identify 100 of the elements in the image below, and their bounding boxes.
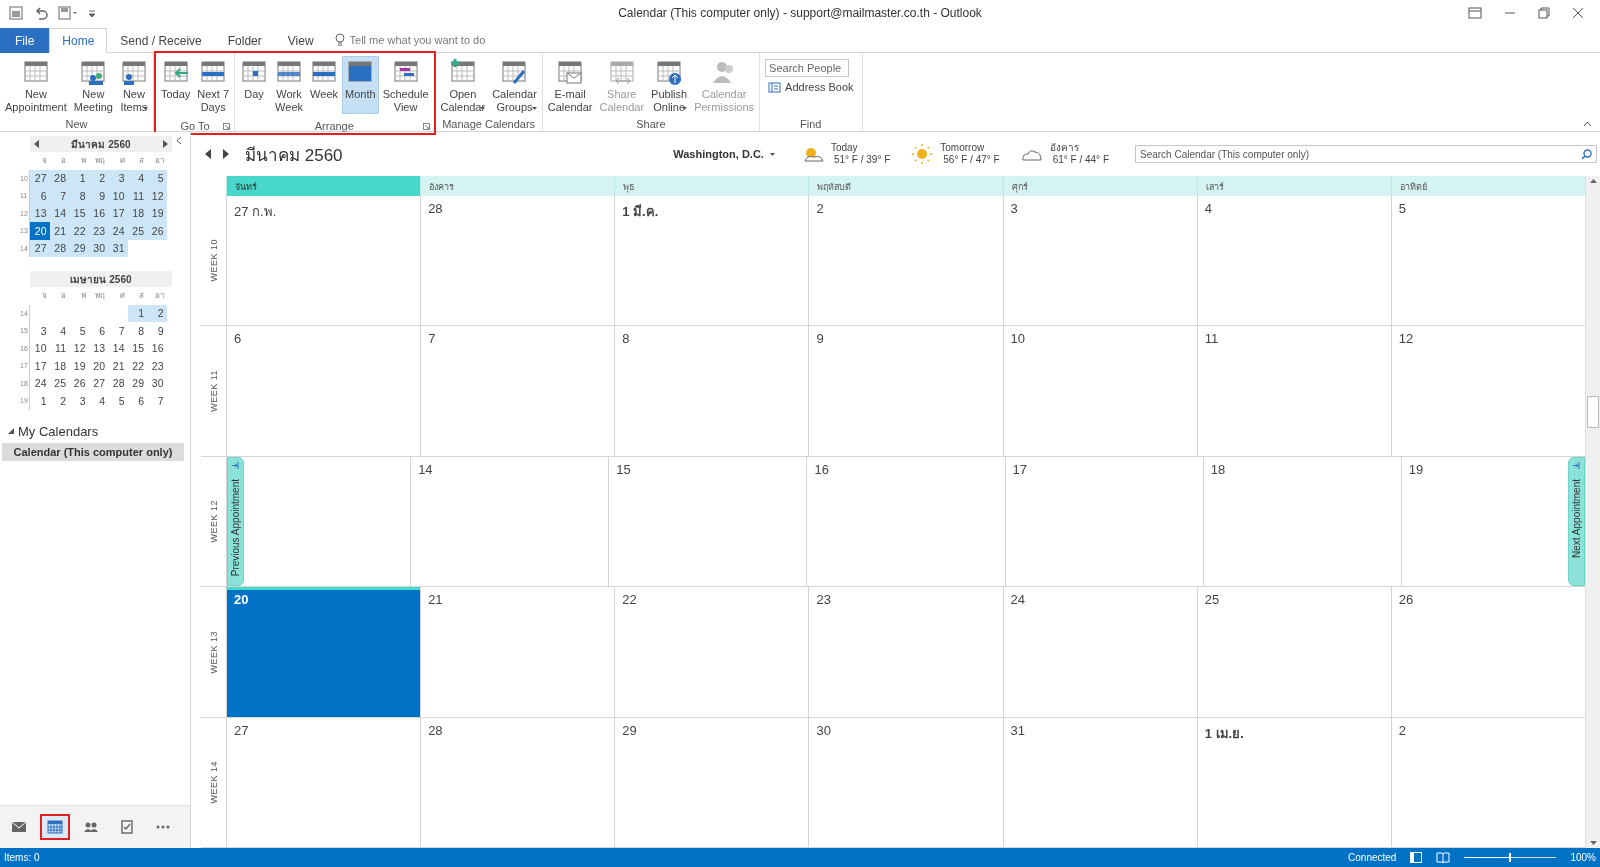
restore-icon[interactable] (1538, 7, 1550, 19)
search-people-field[interactable]: Search People (765, 59, 850, 77)
day-cell[interactable]: 5 (69, 322, 89, 340)
day-cell[interactable]: 23 (147, 357, 167, 375)
ribbon-button[interactable]: Work Week (272, 56, 307, 114)
day-cell[interactable]: 20 (30, 222, 50, 240)
ribbon-button[interactable]: Day (237, 56, 272, 114)
day-cell[interactable]: 27 (30, 169, 50, 187)
day-cell[interactable]: 20 (88, 357, 108, 375)
day-cell[interactable]: 2 (1390, 717, 1585, 848)
tell-me-field[interactable]: Tell me what you want to do (349, 34, 520, 46)
day-cell[interactable]: 3 (108, 169, 128, 187)
customize-icon[interactable] (88, 8, 96, 18)
day-cell[interactable]: 5 (108, 392, 128, 410)
scrollbar-thumb[interactable] (1587, 396, 1599, 428)
address-book-button[interactable]: Address Book (765, 81, 857, 93)
day-cell[interactable]: 13 (88, 339, 108, 357)
day-cell[interactable]: 16 (147, 339, 167, 357)
ribbon-tab[interactable]: Send / Receive (107, 28, 215, 53)
day-cell[interactable]: 17 (30, 357, 50, 375)
ribbon-button[interactable]: Schedule View (379, 56, 432, 114)
ribbon-tab[interactable]: Home (49, 28, 108, 53)
location-dropdown[interactable]: Washington, D.C. (667, 147, 781, 161)
save-icon[interactable] (58, 6, 78, 20)
ribbon-button[interactable]: New Appointment (2, 56, 70, 114)
day-cell[interactable]: 3 (69, 392, 89, 410)
day-cell[interactable]: 10 (1002, 326, 1197, 456)
day-cell[interactable]: 23 (808, 587, 1003, 717)
next-appointment-tab[interactable]: Next Appointment (1568, 456, 1585, 587)
day-cell[interactable]: 4 (127, 169, 147, 187)
day-cell[interactable]: 19 (1401, 456, 1568, 587)
day-cell[interactable]: 5 (1390, 196, 1585, 326)
day-cell[interactable]: 10 (108, 187, 128, 205)
calendar-group-header[interactable]: My Calendars (0, 423, 190, 439)
scroll-up-icon[interactable] (1589, 179, 1597, 183)
ribbon-button[interactable]: Month (342, 56, 379, 114)
day-cell[interactable]: 16 (806, 456, 1005, 587)
day-cell[interactable]: 6 (88, 322, 108, 340)
day-cell[interactable]: 6 (127, 392, 147, 410)
day-cell[interactable]: 1 (30, 392, 50, 410)
day-cell[interactable]: 22 (127, 357, 147, 375)
day-cell[interactable]: 27 (226, 717, 421, 848)
day-cell[interactable]: 8 (614, 326, 809, 456)
day-cell[interactable]: 18 (49, 357, 69, 375)
previous-appointment-tab[interactable]: Previous Appointment (227, 456, 244, 587)
day-cell[interactable]: 28 (420, 196, 615, 326)
day-cell[interactable]: 9 (808, 326, 1003, 456)
previous-icon[interactable] (205, 149, 211, 159)
collapse-pane-icon[interactable] (176, 136, 182, 145)
day-cell[interactable]: 3 (1002, 196, 1197, 326)
ribbon-tab[interactable]: Folder (214, 28, 275, 53)
day-cell[interactable]: 12 (147, 187, 167, 205)
day-cell[interactable]: 1 (69, 169, 89, 187)
next-icon[interactable] (163, 140, 168, 148)
ribbon-button[interactable]: Next 7 Days (194, 56, 233, 114)
day-cell[interactable]: 2 (88, 169, 108, 187)
collapse-ribbon-icon[interactable] (1583, 121, 1592, 127)
day-cell[interactable]: 18 (1202, 456, 1401, 587)
ribbon-button[interactable]: Calendar Groups (489, 56, 540, 114)
search-icon[interactable] (1581, 148, 1592, 160)
launcher-icon[interactable] (223, 123, 231, 130)
ribbon-button[interactable]: E-mail Calendar (544, 56, 596, 114)
day-cell[interactable]: 4 (1196, 196, 1391, 326)
calendar-item[interactable]: Calendar (This computer only) (2, 442, 184, 461)
day-cell[interactable]: 28 (108, 374, 128, 392)
day-cell[interactable]: 28 (420, 717, 615, 848)
undo-icon[interactable] (34, 6, 48, 20)
day-cell[interactable]: 1 (127, 304, 147, 322)
day-cell[interactable]: 6 (30, 187, 50, 205)
day-cell[interactable]: 30 (808, 717, 1003, 848)
day-cell[interactable]: 5 (147, 169, 167, 187)
day-cell[interactable]: 3 (30, 322, 50, 340)
next-icon[interactable] (223, 149, 229, 159)
day-cell[interactable]: 27 (88, 374, 108, 392)
ribbon-button[interactable]: New Items (116, 56, 151, 114)
close-icon[interactable] (1572, 7, 1584, 19)
day-cell[interactable]: 21 (420, 587, 615, 717)
day-cell[interactable]: 14 (410, 456, 609, 587)
ribbon-button[interactable]: Open Calendar (437, 56, 489, 114)
day-cell[interactable]: 26 (147, 222, 167, 240)
day-cell[interactable]: 1 เม.ย. (1196, 717, 1391, 848)
day-cell[interactable]: 9 (147, 322, 167, 340)
ribbon-display-icon[interactable] (1468, 7, 1482, 19)
day-cell[interactable]: 4 (49, 322, 69, 340)
day-cell[interactable]: 8 (69, 187, 89, 205)
launcher-icon[interactable] (422, 123, 430, 130)
search-calendar-field[interactable]: Search Calendar (This computer only) (1135, 145, 1597, 163)
day-cell[interactable]: 12 (69, 339, 89, 357)
day-cell[interactable]: 31 (1002, 717, 1197, 848)
file-tab[interactable]: File (0, 28, 50, 53)
normal-view-icon[interactable] (1410, 852, 1423, 863)
day-cell[interactable]: 26 (1390, 587, 1585, 717)
reading-view-icon[interactable] (1436, 852, 1451, 863)
ribbon-button[interactable]: Today (157, 56, 194, 114)
day-cell[interactable]: 11 (49, 339, 69, 357)
ribbon-button[interactable]: New Meeting (70, 56, 116, 114)
day-cell[interactable]: 4 (88, 392, 108, 410)
day-cell[interactable]: 20 (226, 587, 421, 717)
day-cell[interactable]: 26 (69, 374, 89, 392)
day-cell[interactable]: 2 (147, 304, 167, 322)
